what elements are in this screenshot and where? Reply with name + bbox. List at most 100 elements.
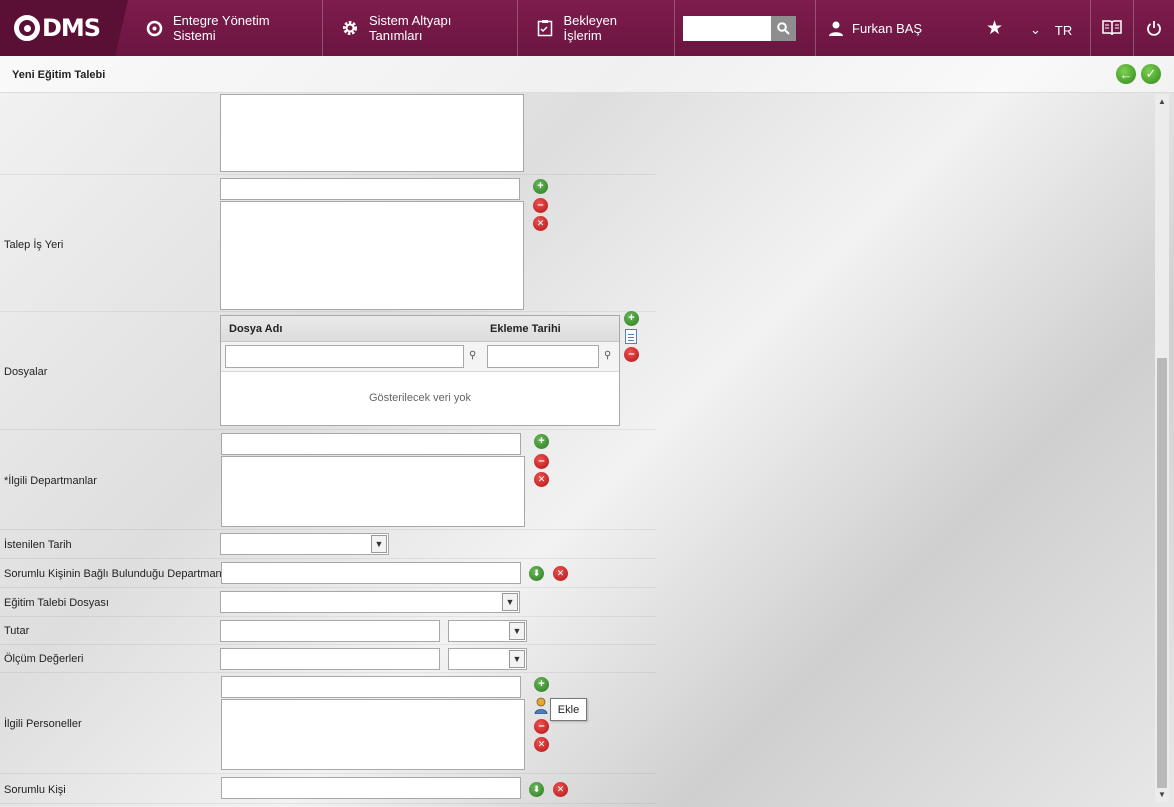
minus-icon: – <box>538 455 545 467</box>
dosyalar-label: Dosyalar <box>4 366 48 378</box>
clear-button[interactable]: ✕ <box>553 566 568 581</box>
logo-q-icon <box>14 15 40 41</box>
form-row-ilgili-departmanlar: *İlgili Departmanlar + – ✕ <box>0 430 656 530</box>
plus-icon: + <box>538 678 545 690</box>
remove-button[interactable]: – <box>533 198 548 213</box>
close-icon: ✕ <box>537 474 546 484</box>
filter-ekleme-tarihi-input[interactable] <box>487 345 599 368</box>
partial-textarea[interactable] <box>220 94 524 172</box>
language-code: TR <box>1054 22 1073 38</box>
ilgili-personeller-list[interactable] <box>221 699 525 770</box>
tutar-currency-select[interactable]: ▼ <box>448 620 527 642</box>
clear-button[interactable]: ✕ <box>534 737 549 752</box>
clear-button[interactable]: ✕ <box>534 472 549 487</box>
close-icon: ✕ <box>537 739 546 749</box>
add-file-button[interactable]: + <box>624 311 639 326</box>
sorumlu-departman-input[interactable] <box>221 562 521 584</box>
olcum-degerleri-input[interactable] <box>220 648 440 670</box>
logo-text: DMS <box>42 14 101 42</box>
column-header-dosya-adi[interactable]: Dosya Adı <box>229 323 282 335</box>
select-button[interactable]: ⬇ <box>529 566 544 581</box>
user-add-icon[interactable] <box>534 697 549 714</box>
search-button[interactable] <box>771 16 796 41</box>
chevron-down-icon: ⌄ <box>1030 22 1041 37</box>
talep-is-yeri-input[interactable] <box>220 178 520 200</box>
ilgili-personeller-input[interactable] <box>221 676 521 698</box>
user-icon <box>829 21 843 36</box>
remove-button[interactable]: – <box>534 719 549 734</box>
close-icon: ✕ <box>556 784 565 794</box>
nav-entegre-yonetim[interactable]: Entegre Yönetim Sistemi <box>128 0 323 56</box>
nav-label: Bekleyen İşlerim <box>563 13 617 43</box>
form-row-tutar: Tutar ▼ <box>0 617 656 645</box>
nav-sistem-altyapi[interactable]: Sistem Altyapı Tanımları <box>323 0 518 56</box>
add-button[interactable]: + <box>534 677 549 692</box>
minus-icon: – <box>538 720 545 732</box>
arrow-down-icon: ⬇ <box>532 568 541 578</box>
plus-icon: + <box>628 312 635 324</box>
filter-dosya-adi-input[interactable] <box>225 345 464 368</box>
remove-button[interactable]: – <box>534 454 549 469</box>
sorumlu-kisi-label: Sorumlu Kişi <box>4 784 66 796</box>
form-row-egitim-talebi-dosyasi: Eğitim Talebi Dosyası ▼ <box>0 588 656 617</box>
close-icon: ✕ <box>536 218 545 228</box>
nav-label: Entegre Yönetim Sistemi <box>173 13 270 43</box>
arrow-down-icon: ⬇ <box>532 784 541 794</box>
nav-bekleyen-islerim[interactable]: Bekleyen İşlerim <box>518 0 675 56</box>
scroll-down-arrow-icon[interactable]: ▼ <box>1157 790 1167 802</box>
olcum-unit-select[interactable]: ▼ <box>448 648 527 670</box>
scrollbar-thumb[interactable] <box>1157 358 1167 788</box>
ilgili-departmanlar-list[interactable] <box>221 456 525 527</box>
egitim-talebi-dosyasi-label: Eğitim Talebi Dosyası <box>4 597 109 609</box>
nav-label: Sistem Altyapı Tanımları <box>369 13 452 43</box>
istenilen-tarih-select[interactable]: ▼ <box>220 533 389 555</box>
form-row-olcum-degerleri: Ölçüm Değerleri ▼ <box>0 645 656 673</box>
filter-icon[interactable]: ⚲ <box>604 350 611 361</box>
power-logout-icon[interactable] <box>1133 0 1174 56</box>
clear-button[interactable]: ✕ <box>533 216 548 231</box>
back-button[interactable]: ← <box>1116 64 1136 84</box>
select-button[interactable]: ⬇ <box>529 782 544 797</box>
grid-filter-row: ⚲ ⚲ <box>221 342 619 372</box>
user-menu[interactable]: Furkan BAŞ <box>815 0 975 56</box>
column-header-ekleme-tarihi[interactable]: Ekleme Tarihi <box>490 323 561 335</box>
chevron-down-icon: ▼ <box>509 622 525 640</box>
q-logo-icon <box>146 19 163 37</box>
grid-header: Dosya Adı Ekleme Tarihi <box>221 316 619 342</box>
qdms-logo[interactable]: DMS <box>14 14 101 42</box>
scroll-up-arrow-icon[interactable]: ▲ <box>1157 97 1167 109</box>
minus-icon: – <box>537 199 544 211</box>
minus-icon: – <box>628 348 635 360</box>
ilgili-personeller-label: İlgili Personeller <box>4 718 82 730</box>
olcum-degerleri-label: Ölçüm Değerleri <box>4 653 84 665</box>
tutar-input[interactable] <box>220 620 440 642</box>
document-icon[interactable] <box>625 329 637 344</box>
top-navigation-bar: DMS Entegre Yönetim Sistemi Sistem Altya… <box>0 0 1174 56</box>
favorites-star-icon[interactable]: ★ <box>986 17 1003 40</box>
remove-file-button[interactable]: – <box>624 347 639 362</box>
form-row-top <box>0 94 656 175</box>
form-row-talep-is-yeri: Talep İş Yeri + – ✕ <box>0 175 656 312</box>
files-grid: Dosya Adı Ekleme Tarihi ⚲ ⚲ Gösterilecek… <box>220 315 620 426</box>
clear-button[interactable]: ✕ <box>553 782 568 797</box>
checkmark-icon: ✓ <box>1145 66 1157 81</box>
add-button[interactable]: + <box>534 434 549 449</box>
ilgili-departmanlar-input[interactable] <box>221 433 521 455</box>
help-book-icon[interactable] <box>1090 0 1133 56</box>
egitim-talebi-dosyasi-select[interactable]: ▼ <box>220 591 520 613</box>
ilgili-departmanlar-label: *İlgili Departmanlar <box>4 475 97 487</box>
filter-icon[interactable]: ⚲ <box>469 350 476 361</box>
sorumlu-kisi-input[interactable] <box>221 777 521 799</box>
page-title: Yeni Eğitim Talebi <box>12 69 106 81</box>
language-selector[interactable]: ⌄ TR <box>1030 22 1072 38</box>
add-button[interactable]: + <box>533 179 548 194</box>
close-icon: ✕ <box>556 568 565 578</box>
save-button[interactable]: ✓ <box>1141 64 1161 84</box>
form-row-sorumlu-departman: Sorumlu Kişinin Bağlı Bulunduğu Departma… <box>0 559 656 588</box>
istenilen-tarih-label: İstenilen Tarih <box>4 539 72 551</box>
talep-is-yeri-list[interactable] <box>220 201 524 310</box>
talep-is-yeri-label: Talep İş Yeri <box>4 239 64 251</box>
search-input[interactable] <box>683 16 771 41</box>
tutar-label: Tutar <box>4 625 30 637</box>
clipboard-icon <box>536 19 553 37</box>
